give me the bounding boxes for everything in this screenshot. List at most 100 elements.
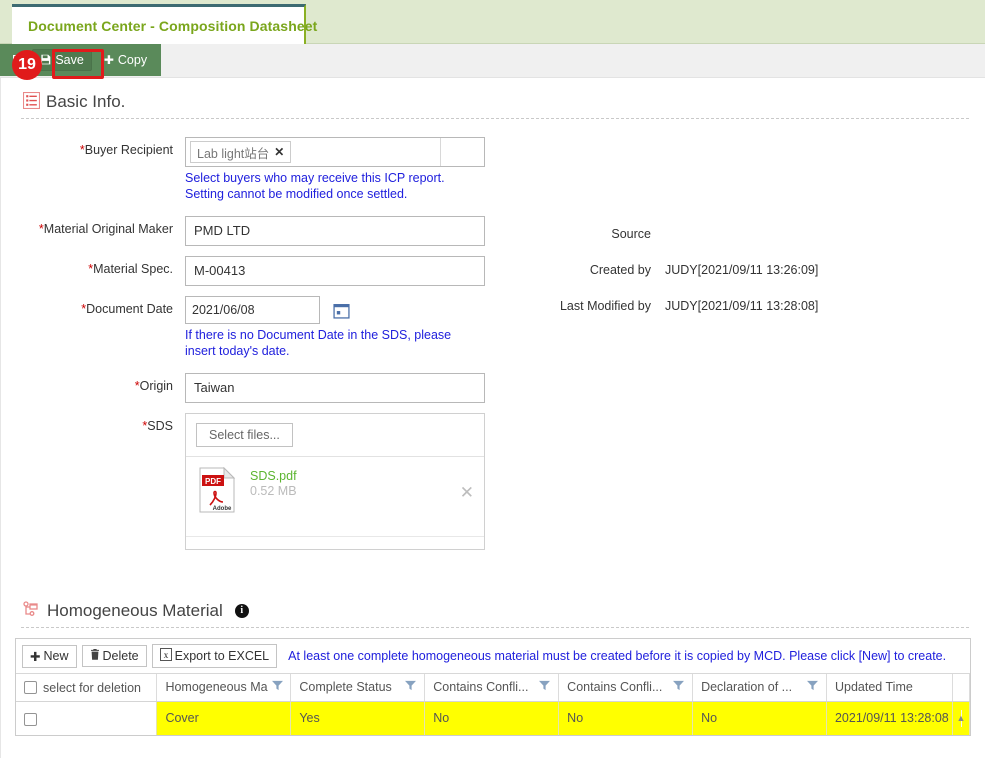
table-row[interactable]: Cover Yes No No No 2021/09/11 13:28:08 ▲ [16, 701, 971, 736]
cell-complete-status: Yes [290, 701, 426, 736]
page-content: Basic Info. *Buyer Recipient Lab light站台… [0, 78, 985, 758]
table-scrollbar-header [951, 674, 971, 702]
sds-file-meta: SDS.pdf 0.52 MB [250, 467, 460, 498]
grid-toolbar: ✚ New Delete x Export to EXCEL At least … [16, 639, 970, 674]
tab-document-center-composition-datasheet[interactable]: Document Center - Composition Datasheet [12, 4, 317, 44]
sds-uploader: Select files... PDF Adobe SDS.pdf 0.52 M… [185, 413, 485, 550]
created-by-value: JUDY[2021/09/11 13:26:09] [665, 263, 819, 277]
sds-label: *SDS [142, 419, 173, 433]
basic-info-meta: Source Created by JUDY[2021/09/11 13:26:… [485, 137, 985, 335]
remove-tag-icon[interactable]: ✕ [274, 145, 284, 159]
buyer-recipient-tag: Lab light站台 ✕ [190, 141, 292, 163]
new-button[interactable]: ✚ New [22, 644, 77, 668]
buyer-recipient-label: *Buyer Recipient [79, 143, 173, 157]
meta-row-last-modified-by: Last Modified by JUDY[2021/09/11 13:28:0… [485, 299, 985, 313]
copy-button-label: Copy [117, 53, 148, 67]
column-header-contains-conflict-1[interactable]: Contains Confli... [424, 674, 560, 702]
sds-uploader-top: Select files... [186, 414, 484, 457]
column-header-complete-status[interactable]: Complete Status [290, 674, 426, 702]
filter-icon[interactable] [806, 680, 818, 694]
material-spec-input[interactable]: M-00413 [185, 256, 485, 286]
basic-info-title: Basic Info. [46, 92, 126, 111]
origin-input[interactable]: Taiwan [185, 373, 485, 403]
select-all-checkbox[interactable] [24, 681, 37, 695]
homogeneous-material-divider [21, 627, 969, 628]
save-button-label: Save [55, 53, 84, 67]
cell-updated-time: 2021/09/11 13:28:08 [826, 701, 953, 736]
column-header-contains-conflict-2[interactable]: Contains Confli... [558, 674, 694, 702]
material-spec-label: *Material Spec. [88, 262, 173, 276]
meta-row-source: Source [485, 227, 985, 241]
cell-declaration-of: No [692, 701, 827, 736]
buyer-recipient-tag-label: Lab light站台 [197, 146, 270, 161]
plus-icon: ✚ [30, 649, 41, 664]
delete-button[interactable]: Delete [81, 645, 147, 667]
table-header-row: select for deletion Homogeneous Ma Compl… [16, 674, 971, 702]
calendar-icon[interactable] [331, 299, 353, 321]
last-modified-by-value: JUDY[2021/09/11 13:28:08] [665, 299, 819, 313]
export-to-excel-label: Export to EXCEL [174, 649, 270, 663]
grid-note: At least one complete homogeneous materi… [288, 649, 947, 663]
cell-contains-conflict-2: No [558, 701, 694, 736]
excel-icon: x [159, 648, 172, 664]
homogeneous-material-grid: ✚ New Delete x Export to EXCEL At least … [15, 638, 971, 737]
filter-icon[interactable] [405, 680, 417, 694]
cell-contains-conflict-1: No [424, 701, 560, 736]
step-number-badge: 19 [12, 50, 42, 80]
field-row-origin: *Origin Taiwan [15, 373, 971, 403]
filter-icon[interactable] [271, 680, 283, 694]
svg-text:PDF: PDF [205, 477, 221, 486]
svg-text:Adobe: Adobe [213, 506, 232, 512]
export-to-excel-button[interactable]: x Export to EXCEL [151, 644, 278, 668]
tab-label: Document Center - Composition Datasheet [28, 17, 318, 34]
select-files-button[interactable]: Select files... [196, 423, 293, 447]
column-header-updated-time[interactable]: Updated Time [826, 674, 953, 702]
sds-uploader-footer [186, 537, 484, 549]
basic-info-form: *Buyer Recipient Lab light站台 ✕ Select bu… [15, 137, 971, 550]
field-row-sds: *SDS Select files... PDF Adobe SDS.pdf 0… [15, 413, 971, 550]
column-header-select-for-deletion: select for deletion [16, 674, 158, 702]
buyer-recipient-tag-area[interactable]: Lab light站台 ✕ [186, 138, 441, 166]
tab-strip: Document Center - Composition Datasheet [0, 0, 985, 44]
document-date-input[interactable]: 2021/06/08 [185, 296, 320, 324]
sds-file-item: PDF Adobe SDS.pdf 0.52 MB ✕ [186, 457, 484, 537]
document-date-label: *Document Date [81, 302, 173, 316]
filter-icon[interactable] [673, 680, 685, 694]
buyer-recipient-picker-button[interactable] [441, 138, 484, 166]
pdf-icon: PDF Adobe [198, 466, 236, 513]
new-button-label: New [43, 649, 69, 663]
document-date-hint: If there is no Document Date in the SDS,… [185, 328, 452, 358]
material-original-maker-input[interactable]: PMD LTD [185, 216, 485, 246]
homogeneous-material-header: Homogeneous Material i [15, 554, 971, 627]
created-by-label: Created by [589, 263, 651, 277]
homogeneous-material-table: select for deletion Homogeneous Ma Compl… [16, 674, 971, 736]
row-checkbox[interactable] [24, 712, 37, 726]
row-select-cell [16, 701, 158, 736]
basic-info-header: Basic Info. [15, 78, 971, 118]
column-header-declaration-of[interactable]: Declaration of ... [692, 674, 827, 702]
list-icon [23, 92, 40, 112]
delete-button-label: Delete [102, 649, 139, 663]
last-modified-by-label: Last Modified by [559, 299, 651, 313]
copy-button[interactable]: ✚ Copy [96, 49, 155, 71]
sds-file-name[interactable]: SDS.pdf [250, 469, 460, 483]
tree-icon [23, 600, 41, 621]
column-header-homogeneous-material[interactable]: Homogeneous Ma [156, 674, 292, 702]
material-original-maker-label: *Material Original Maker [38, 222, 173, 236]
buyer-recipient-hint: Select buyers who may receive this ICP r… [185, 171, 445, 201]
basic-info-divider [21, 118, 969, 119]
action-toolbar: B Save ✚ Copy [0, 44, 985, 78]
info-icon[interactable]: i [234, 603, 249, 618]
close-icon[interactable]: ✕ [460, 467, 474, 503]
plus-icon: ✚ [103, 53, 114, 67]
filter-icon[interactable] [539, 680, 551, 694]
table-vertical-scrollbar[interactable]: ▲ [951, 701, 971, 736]
homogeneous-material-title: Homogeneous Material [47, 600, 223, 620]
cell-homogeneous-material[interactable]: Cover [156, 701, 292, 736]
buyer-recipient-multiselect[interactable]: Lab light站台 ✕ [185, 137, 485, 167]
source-label: Source [611, 227, 651, 241]
origin-label: *Origin [134, 379, 173, 393]
meta-row-created-by: Created by JUDY[2021/09/11 13:26:09] [485, 263, 985, 277]
trash-icon [90, 649, 100, 663]
sds-file-size: 0.52 MB [250, 484, 297, 498]
